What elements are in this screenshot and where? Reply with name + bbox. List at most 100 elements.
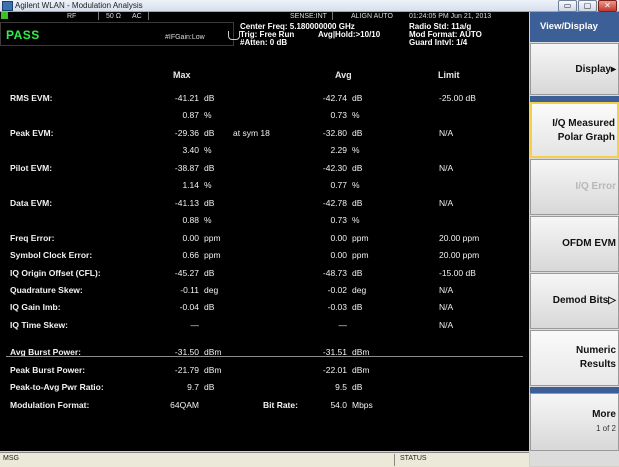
avg-value: -22.01 xyxy=(322,364,347,375)
limit-value: N/A xyxy=(439,197,454,208)
max-value: -38.87 xyxy=(174,162,199,173)
if-gain: #IFGain:Low xyxy=(165,34,205,41)
display-softkey-label: Display▸ xyxy=(575,64,616,75)
row-label: Quadrature Skew: xyxy=(10,284,83,295)
more-page-label: 1 of 2 xyxy=(595,424,616,433)
row-label: RMS EVM: xyxy=(10,93,53,103)
restore-button[interactable]: ▢ xyxy=(578,0,597,12)
max-unit: % xyxy=(204,110,212,121)
avg-value: 0.00 xyxy=(330,232,347,243)
avg-value: 0.00 xyxy=(330,250,347,261)
avg-unit: % xyxy=(352,215,360,226)
guard-interval: Guard Intvl: 1/4 xyxy=(409,38,468,47)
app-icon xyxy=(2,1,13,11)
column-header-avg: Avg xyxy=(335,70,352,80)
max-value: 0.66 xyxy=(182,250,199,261)
more-label: More xyxy=(592,409,616,420)
trigger-icon xyxy=(228,31,240,40)
demod-bits-softkey[interactable]: Demod Bits▷ xyxy=(530,273,619,329)
max-unit: dB xyxy=(204,302,215,313)
limit-value: N/A xyxy=(439,302,454,313)
message-label: MSG xyxy=(3,455,19,462)
avg-value: -0.02 xyxy=(327,284,347,295)
rf-input: RF xyxy=(67,13,77,20)
max-unit: % xyxy=(204,215,212,226)
avg-value: 54.0 xyxy=(330,399,347,410)
avg-unit: dB xyxy=(352,162,363,173)
iq-error-softkey[interactable]: I/Q Error xyxy=(530,159,619,215)
avg-unit: dB xyxy=(352,382,363,393)
row-label: Modulation Format: xyxy=(10,399,90,410)
divider xyxy=(98,12,99,20)
max-value: -0.04 xyxy=(179,302,199,313)
settings-header: RF 50 Ω AC SENSE:INT ALIGN AUTO 01:24:05… xyxy=(0,12,529,47)
avg-unit: dB xyxy=(352,127,363,138)
demod-bits-label: Demod Bits▷ xyxy=(552,295,616,306)
window-title: Agilent WLAN - Modulation Analysis xyxy=(15,1,143,10)
divider xyxy=(332,12,333,20)
limit-value: 20.00 ppm xyxy=(439,232,480,243)
max-value: 0.87 xyxy=(182,110,199,121)
avg-unit: dB xyxy=(352,302,363,313)
avg-unit: Mbps xyxy=(352,399,373,410)
align-status: ALIGN AUTO xyxy=(351,13,393,20)
more-softkey[interactable]: More 1 of 2 xyxy=(530,393,619,451)
window-controls: ▭ ▢ ✕ xyxy=(558,0,617,12)
avg-unit: ppm xyxy=(352,232,369,243)
max-value: 0.00 xyxy=(182,232,199,243)
results-table: Max Avg Limit RMS EVM: -41.21 dB -42.74 dB -2… xyxy=(0,50,529,449)
peak-symbol-info: at sym 18 xyxy=(233,127,270,138)
softkey-panel: View/Display Display▸ I/Q Measured Polar… xyxy=(530,12,619,466)
avg-unit: dB xyxy=(352,93,363,103)
measurement-screen: RF 50 Ω AC SENSE:INT ALIGN AUTO 01:24:05… xyxy=(0,12,529,451)
minimize-button[interactable]: ▭ xyxy=(558,0,577,12)
row-label: IQ Gain Imb: xyxy=(10,302,61,313)
display-softkey[interactable]: Display▸ xyxy=(530,43,619,95)
max-unit: % xyxy=(204,180,212,191)
row-label: Peak Burst Power: xyxy=(10,364,86,375)
numeric-results-softkey[interactable]: Numeric Results xyxy=(530,330,619,386)
max-unit: dB xyxy=(204,197,215,208)
max-value: 9.7 xyxy=(187,382,199,393)
avg-unit: dB xyxy=(352,197,363,208)
max-value: -41.13 xyxy=(174,197,199,208)
window-titlebar: Agilent WLAN - Modulation Analysis ▭ ▢ ✕ xyxy=(0,0,619,12)
pass-indicator: PASS #IFGain:Low xyxy=(0,22,234,46)
ofdm-evm-softkey[interactable]: OFDM EVM xyxy=(530,216,619,272)
menu-title: View/Display xyxy=(530,12,619,42)
avg-unit: ppm xyxy=(352,250,369,261)
max-unit: dB xyxy=(204,267,215,278)
polar-graph-label: Polar Graph xyxy=(557,132,615,143)
max-unit: dB xyxy=(204,162,215,173)
row-label: Data EVM: xyxy=(10,197,53,208)
limit-value: -15.00 dB xyxy=(439,267,476,278)
row-label: Freq Error: xyxy=(10,232,55,243)
iq-measured-polar-softkey[interactable]: I/Q Measured Polar Graph xyxy=(530,102,619,158)
avg-unit: % xyxy=(352,180,360,191)
max-unit: dB xyxy=(204,382,215,393)
max-unit: ppm xyxy=(204,232,221,243)
avg-value: — xyxy=(338,319,348,330)
avg-value: 0.77 xyxy=(330,180,347,191)
ofdm-evm-label: OFDM EVM xyxy=(562,238,616,249)
max-unit: % xyxy=(204,145,212,156)
divider xyxy=(148,12,149,20)
max-unit: dB xyxy=(204,127,215,138)
avg-value: -48.73 xyxy=(322,267,347,278)
max-value: 3.40 xyxy=(182,145,199,156)
max-value: 0.88 xyxy=(182,215,199,226)
row-label: Pilot EVM: xyxy=(10,162,53,173)
status-label: STATUS xyxy=(400,455,427,462)
close-button[interactable]: ✕ xyxy=(598,0,617,12)
avg-value: 2.29 xyxy=(330,145,347,156)
impedance: 50 Ω xyxy=(106,13,121,20)
avg-unit: dBm xyxy=(352,364,370,375)
max-unit: deg xyxy=(204,284,219,295)
numeric-label: Numeric xyxy=(575,345,616,356)
max-value: -45.27 xyxy=(174,267,199,278)
row-label: IQ Origin Offset (CFL): xyxy=(10,267,101,278)
avg-unit: dB xyxy=(352,267,363,278)
iq-measured-label: I/Q Measured xyxy=(552,118,615,129)
limit-value: N/A xyxy=(439,162,454,173)
date-time: 01:24:05 PM Jun 21, 2013 xyxy=(409,13,492,20)
